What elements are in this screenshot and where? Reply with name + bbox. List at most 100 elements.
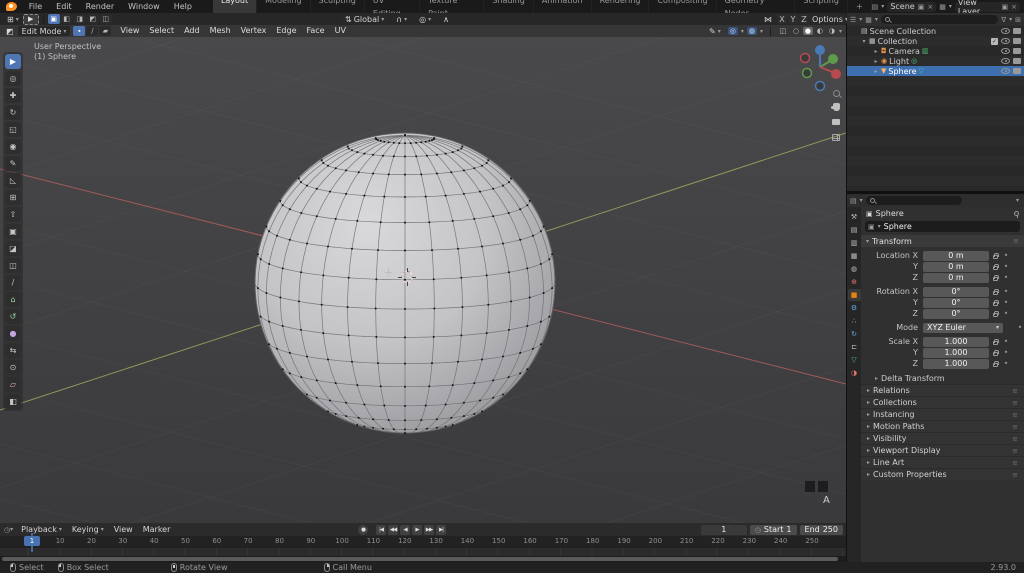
animate-dot-icon[interactable]: • — [1016, 323, 1024, 332]
close-icon[interactable]: × — [1011, 3, 1017, 11]
falloff-icon[interactable]: ∧ — [439, 14, 453, 24]
viewport-menu-item[interactable]: Select — [144, 25, 179, 37]
select-mode-intersect-icon[interactable]: ◫ — [99, 14, 112, 24]
outliner-row[interactable]: ▸ ◘ Camera ▥ ✓ — [847, 46, 1024, 56]
animate-dot-icon[interactable]: • — [1002, 298, 1010, 307]
camera-view-icon[interactable] — [829, 116, 843, 128]
topbar-menu-item[interactable]: Edit — [49, 0, 79, 13]
pan-hand-icon[interactable] — [829, 101, 843, 113]
disable-render-icon[interactable] — [1013, 68, 1021, 74]
properties-search-input[interactable] — [865, 196, 962, 205]
edge-select-icon[interactable]: ∕ — [86, 26, 99, 36]
animate-dot-icon[interactable]: • — [1002, 359, 1010, 368]
timeline-menu-item[interactable]: View▾ — [109, 525, 138, 534]
viewport-menu-item[interactable]: UV — [330, 25, 351, 37]
new-view-layer-icon[interactable]: ▣ — [1002, 3, 1009, 11]
value-field[interactable]: 1.000 — [923, 358, 989, 369]
viewport-menu-item[interactable]: Edge — [271, 25, 301, 37]
filter-funnel-icon[interactable]: ∇ — [1001, 16, 1006, 24]
tool-button[interactable]: ◪ — [5, 241, 21, 256]
close-icon[interactable]: × — [927, 3, 933, 11]
editor-corner-icon[interactable]: ◩ — [2, 26, 18, 36]
tool-button[interactable]: ● — [5, 326, 21, 341]
transform-panel-header[interactable]: ▾ Transform ≡ — [861, 235, 1024, 247]
viewport-menu-item[interactable]: Add — [179, 25, 205, 37]
outliner-row[interactable]: ▸ ◉ Light ◎ ✓ — [847, 56, 1024, 66]
wireframe-shading-icon[interactable]: ○ — [791, 27, 801, 35]
tool-button[interactable]: ◫ — [5, 258, 21, 273]
zoom-icon[interactable] — [829, 87, 843, 99]
properties-tab[interactable]: ∴ — [848, 315, 861, 327]
properties-tab[interactable]: ⚙ — [848, 302, 861, 314]
hide-eye-icon[interactable] — [1001, 48, 1010, 54]
rendered-shading-icon[interactable]: ◑ — [827, 27, 837, 35]
properties-panel-row[interactable]: ▸ Viewport Display ≡ — [861, 444, 1024, 456]
animate-dot-icon[interactable]: • — [1002, 251, 1010, 260]
disable-render-icon[interactable] — [1013, 28, 1021, 34]
expand-caret-icon[interactable]: ▸ — [873, 68, 879, 75]
disable-render-icon[interactable] — [1013, 38, 1021, 44]
properties-tab[interactable]: ◑ — [848, 367, 861, 379]
material-shading-icon[interactable]: ◐ — [815, 27, 825, 35]
timeline-menu-item[interactable]: Marker▾ — [138, 525, 176, 534]
playback-button[interactable]: ▶| — [436, 524, 446, 535]
value-field[interactable]: 0 m — [923, 272, 989, 283]
delta-transform-row[interactable]: ▸ Delta Transform — [861, 372, 1024, 384]
properties-tab[interactable]: ▽ — [848, 354, 861, 366]
scene-icon[interactable]: ▤ — [872, 3, 879, 11]
properties-panel-row[interactable]: ▸ Collections ≡ — [861, 396, 1024, 408]
select-mode-invert-icon[interactable]: ◩ — [86, 14, 99, 24]
properties-tab[interactable]: ▤ — [848, 224, 861, 236]
lock-icon[interactable] — [989, 349, 1002, 356]
tool-button[interactable]: ▣ — [5, 224, 21, 239]
value-field[interactable]: 0° — [923, 286, 989, 297]
tool-button[interactable]: ▱ — [5, 377, 21, 392]
xray-toggle-icon[interactable]: ◫ — [778, 27, 788, 35]
outliner-row[interactable]: ▸ ▼ Sphere ▽ ✓ — [847, 66, 1024, 76]
hide-eye-icon[interactable] — [1001, 38, 1010, 44]
timeline-tracks[interactable] — [0, 547, 846, 556]
outliner-filter-obj-icon[interactable]: ▦ — [865, 16, 872, 24]
topbar-menu-item[interactable]: Render — [79, 0, 121, 13]
select-mode-subtract-icon[interactable]: ◨ — [73, 14, 86, 24]
editor-type-button[interactable]: ⊞ ▾ — [3, 14, 23, 24]
value-field[interactable]: 0 m — [923, 250, 989, 261]
playback-button[interactable]: |◀ — [376, 524, 386, 535]
collection-checkbox[interactable]: ✓ — [991, 37, 998, 45]
tool-button[interactable]: ↺ — [5, 309, 21, 324]
object-name-field[interactable]: ▣ ▾ Sphere — [865, 221, 1020, 232]
animate-dot-icon[interactable]: • — [1002, 273, 1010, 282]
end-frame-field[interactable]: End 250 — [799, 524, 843, 535]
outliner-search-input[interactable] — [880, 15, 999, 24]
lock-icon[interactable] — [989, 274, 1002, 281]
hide-eye-icon[interactable] — [1001, 58, 1010, 64]
properties-panel-row[interactable]: ▸ Custom Properties ≡ — [861, 468, 1024, 480]
face-select-icon[interactable]: ▰ — [99, 26, 112, 36]
snapping-magnet-button[interactable]: ∩ ▾ — [392, 14, 411, 24]
value-field[interactable]: 0 m — [923, 261, 989, 272]
view-layer-icon[interactable]: ▦ — [939, 3, 946, 11]
tool-button[interactable]: ◱ — [5, 122, 21, 137]
overlays-toggle-icon[interactable]: ◍ — [746, 27, 757, 35]
properties-tab[interactable]: ⊕ — [848, 276, 861, 288]
properties-panel-row[interactable]: ▸ Line Art ≡ — [861, 456, 1024, 468]
value-field[interactable]: 0° — [923, 297, 989, 308]
playback-button[interactable]: ◀◀ — [388, 524, 398, 535]
topbar-menu-item[interactable]: Window — [121, 0, 167, 13]
mirror-axis-toggle[interactable]: Y — [788, 14, 798, 24]
viewport-menu-item[interactable]: Face — [302, 25, 330, 37]
properties-editor-icon[interactable]: ▤ — [850, 197, 857, 205]
tool-button[interactable]: ⌂ — [5, 292, 21, 307]
outliner-row[interactable]: ▤ Scene Collection ✓ — [847, 26, 1024, 36]
properties-options-icon[interactable]: ▾ — [1016, 197, 1021, 204]
lock-icon[interactable] — [989, 299, 1002, 306]
annotate-pen-icon[interactable]: ✎ ▾ — [705, 26, 725, 36]
scrollbar-thumb[interactable] — [2, 557, 838, 561]
transform-orientation-dropdown[interactable]: ⇅ Global ▾ — [341, 14, 389, 24]
playback-button[interactable]: ◀ — [400, 524, 410, 535]
tool-button[interactable]: ⇆ — [5, 343, 21, 358]
tool-button[interactable]: ↻ — [5, 105, 21, 120]
properties-tab[interactable]: ⊏ — [848, 341, 861, 353]
expand-caret-icon[interactable]: ▾ — [861, 38, 867, 45]
properties-panel-row[interactable]: ▸ Relations ≡ — [861, 384, 1024, 396]
